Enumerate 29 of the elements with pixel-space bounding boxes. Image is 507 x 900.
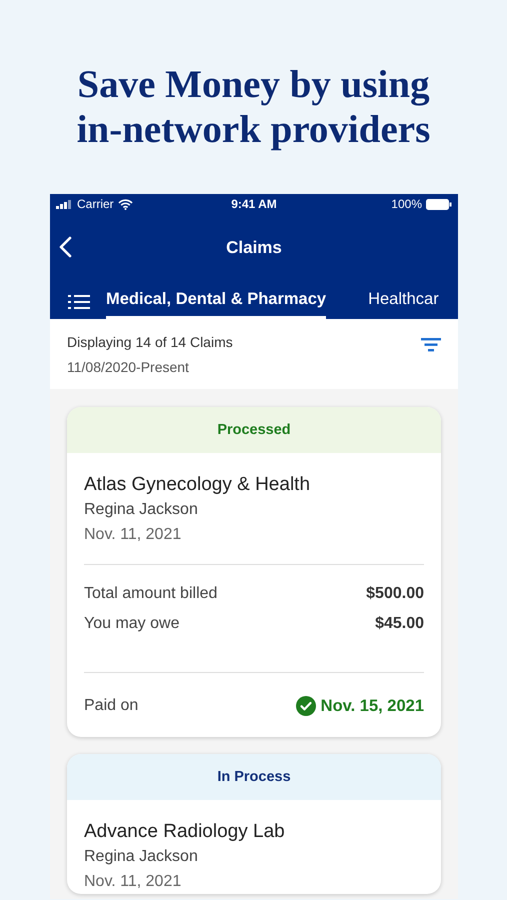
amount-label: Total amount billed: [84, 584, 218, 604]
claims-count: Displaying 14 of 14 Claims: [67, 333, 233, 352]
claim-date: Nov. 11, 2021: [84, 872, 182, 892]
status-banner: Processed: [67, 407, 441, 453]
patient-name: Regina Jackson: [84, 500, 199, 520]
paid-date: Nov. 15, 2021: [320, 696, 424, 717]
screen-title: Claims: [226, 238, 282, 258]
provider-name: Advance Radiology Lab: [84, 820, 286, 844]
filter-icon[interactable]: [421, 338, 441, 352]
tab[interactable]: Healthcar: [368, 282, 439, 319]
list-icon[interactable]: [68, 294, 90, 310]
provider-name: Atlas Gynecology & Health: [84, 473, 312, 497]
amount-value: $500.00: [366, 584, 424, 604]
date-range: 11/08/2020-Present: [67, 358, 190, 377]
amount-label: You may owe: [84, 614, 180, 634]
paid-label: Paid on: [84, 696, 138, 716]
back-icon[interactable]: [58, 236, 72, 258]
signal-icon: [56, 200, 73, 208]
battery-percent: 100%: [391, 197, 422, 211]
battery-icon: [426, 198, 452, 210]
headline: Save Money by using in-network providers: [76, 62, 432, 152]
status-banner: In Process: [67, 754, 441, 800]
wifi-icon: [118, 198, 133, 210]
clock-time: 9:41 AM: [231, 197, 277, 211]
amount-value: $45.00: [375, 614, 424, 634]
check-icon: [296, 696, 316, 716]
carrier-name: Carrier: [77, 197, 114, 211]
patient-name: Regina Jackson: [84, 847, 199, 867]
claim-date: Nov. 11, 2021: [84, 525, 182, 545]
